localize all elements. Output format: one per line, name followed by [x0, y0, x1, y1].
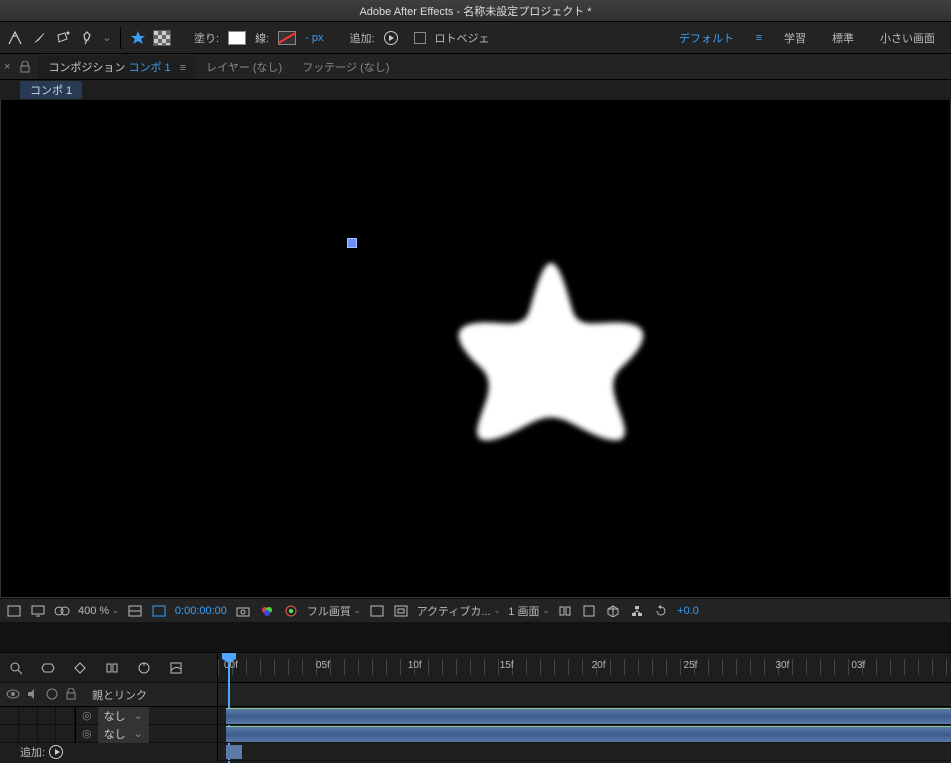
mask-icon[interactable]: [54, 603, 70, 619]
fill-swatch[interactable]: [228, 31, 246, 45]
rotobezier-label: ロトベジェ: [435, 30, 490, 46]
parent-dropdown-1[interactable]: なし: [98, 707, 149, 725]
timeline-toolbar: [0, 653, 217, 683]
stroke-width[interactable]: - px: [305, 32, 323, 44]
panel-gap: [0, 622, 951, 652]
fast-preview-icon[interactable]: [581, 603, 597, 619]
main-toolbar: ⌄ 塗り: 線: - px 追加: ロトベジェ デフォルト ≡ 学習 標準 小さ…: [0, 22, 951, 54]
quality-dropdown[interactable]: フル画質⌄: [307, 603, 361, 619]
playhead[interactable]: [222, 653, 236, 683]
track-row-3[interactable]: [218, 743, 951, 761]
ruler-labels: 00f 05f 10f 15f 20f 25f 30f 03f: [218, 660, 951, 671]
workspace-default[interactable]: デフォルト: [669, 30, 744, 46]
frame-blend-icon[interactable]: [102, 659, 122, 677]
stroke-label: 線:: [255, 30, 269, 46]
timeline-add-row[interactable]: 追加:: [0, 743, 217, 761]
parent-link-header: 親とリンク: [86, 687, 147, 703]
pickwhip-icon[interactable]: ◎: [82, 709, 92, 722]
selection-handle[interactable]: [347, 238, 357, 248]
rotobezier-checkbox[interactable]: [414, 32, 426, 44]
tab-layer[interactable]: レイヤー (なし): [196, 55, 292, 79]
add-menu-icon[interactable]: [49, 745, 63, 759]
parent-dropdown-2[interactable]: なし: [98, 725, 149, 743]
comp-mini-icon[interactable]: [38, 659, 58, 677]
resolution-icon[interactable]: [127, 603, 143, 619]
guides-btn-icon[interactable]: [393, 603, 409, 619]
tab-composition[interactable]: コンポジション コンポ 1 ≡: [38, 55, 196, 79]
tab-footage[interactable]: フッテージ (なし): [292, 55, 399, 79]
hamburger-icon[interactable]: ≡: [750, 29, 768, 47]
audio-col-icon[interactable]: [26, 688, 40, 702]
add-menu-icon[interactable]: [384, 31, 398, 45]
reset-exposure-icon[interactable]: [653, 603, 669, 619]
roto-tool-icon[interactable]: [54, 29, 72, 47]
breadcrumb-row: コンポ 1: [0, 80, 951, 100]
panel-tab-bar: × コンポジション コンポ 1 ≡ レイヤー (なし) フッテージ (なし): [0, 54, 951, 80]
layer-row-1[interactable]: ◎ なし: [0, 707, 217, 725]
lock-col-icon[interactable]: [66, 688, 80, 702]
pin-tool-icon[interactable]: [78, 29, 96, 47]
zoom-dropdown[interactable]: 400 %⌄: [78, 605, 119, 617]
timecode-display[interactable]: 0:00:00:00: [175, 605, 227, 617]
alpha-icon[interactable]: [6, 603, 22, 619]
graph-editor-icon[interactable]: [166, 659, 186, 677]
solo-col-icon[interactable]: [46, 688, 60, 702]
motion-blur-icon[interactable]: [134, 659, 154, 677]
timeline-header: 親とリンク: [0, 683, 217, 707]
composition-viewer[interactable]: [0, 100, 951, 598]
grid-btn-icon[interactable]: [369, 603, 385, 619]
3d-icon[interactable]: [605, 603, 621, 619]
lock-icon[interactable]: [16, 58, 34, 76]
flowchart-icon[interactable]: [629, 603, 645, 619]
transparency-toggle[interactable]: [153, 30, 171, 46]
star-tool-icon[interactable]: [129, 29, 147, 47]
snapshot-icon[interactable]: [235, 603, 251, 619]
fill-label: 塗り:: [194, 30, 219, 46]
track-row-1[interactable]: [218, 707, 951, 725]
pixel-aspect-icon[interactable]: [557, 603, 573, 619]
brush-tool-icon[interactable]: [30, 29, 48, 47]
breadcrumb-comp[interactable]: コンポ 1: [20, 81, 82, 99]
workspace-small[interactable]: 小さい画面: [870, 30, 945, 46]
camera-dropdown[interactable]: アクティブカ...⌄: [417, 603, 501, 619]
monitor-icon[interactable]: [30, 603, 46, 619]
track-header-spacer: [218, 683, 951, 707]
channel-icon[interactable]: [259, 603, 275, 619]
add-label: 追加:: [349, 30, 374, 46]
workspace-learn[interactable]: 学習: [774, 30, 816, 46]
shy-icon[interactable]: [70, 659, 90, 677]
puppet-tool-icon[interactable]: [6, 29, 24, 47]
views-dropdown[interactable]: 1 画面⌄: [508, 603, 549, 619]
color-mgmt-icon[interactable]: [283, 603, 299, 619]
track-row-2[interactable]: [218, 725, 951, 743]
stroke-swatch[interactable]: [278, 31, 296, 45]
title-bar: Adobe After Effects - 名称未設定プロジェクト *: [0, 0, 951, 22]
viewer-footer: 400 %⌄ 0:00:00:00 フル画質⌄ アクティブカ...⌄ 1 画面⌄…: [0, 598, 951, 622]
layer-row-2[interactable]: ◎ なし: [0, 725, 217, 743]
workspace-standard[interactable]: 標準: [822, 30, 864, 46]
star-shape[interactable]: [439, 250, 663, 466]
chevron-down-icon[interactable]: ⌄: [102, 29, 112, 47]
search-icon[interactable]: [6, 659, 26, 677]
visibility-col-icon[interactable]: [6, 688, 20, 702]
exposure-value[interactable]: +0.0: [677, 605, 699, 617]
region-icon[interactable]: [151, 603, 167, 619]
timeline-panel: 親とリンク ◎ なし ◎ なし 追加: 00f 05f 10f 15f 20f …: [0, 652, 951, 762]
pickwhip-icon[interactable]: ◎: [82, 727, 92, 740]
time-ruler[interactable]: 00f 05f 10f 15f 20f 25f 30f 03f: [218, 653, 951, 683]
app-title: Adobe After Effects - 名称未設定プロジェクト *: [359, 3, 591, 19]
close-tab-icon[interactable]: ×: [4, 61, 10, 73]
